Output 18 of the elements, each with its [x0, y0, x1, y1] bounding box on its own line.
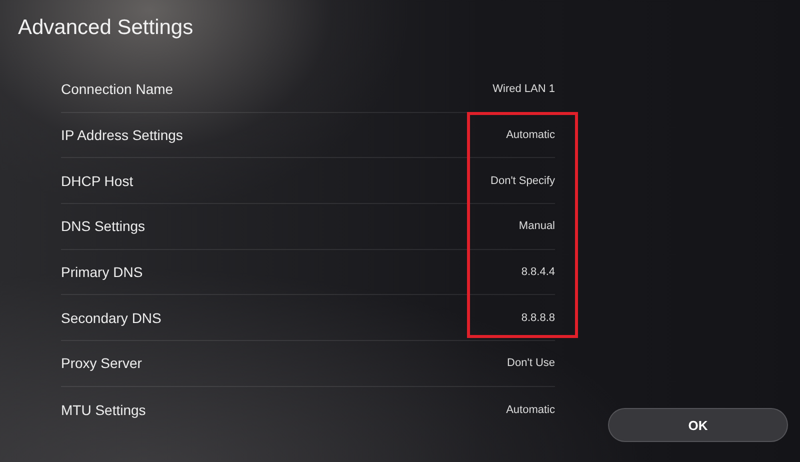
setting-label: Proxy Server	[61, 355, 142, 372]
setting-label: Connection Name	[61, 81, 174, 98]
setting-label: DHCP Host	[61, 172, 134, 189]
setting-value: Wired LAN 1	[492, 83, 555, 96]
setting-label: IP Address Settings	[61, 127, 183, 144]
setting-value: Automatic	[506, 129, 555, 142]
page-title: Advanced Settings	[17, 15, 194, 41]
ok-button[interactable]: OK	[608, 408, 788, 442]
setting-label: Primary DNS	[61, 264, 143, 280]
setting-value: Don't Specify	[490, 174, 555, 187]
setting-value: 8.8.8.8	[521, 312, 555, 324]
setting-value: 8.8.4.4	[521, 266, 555, 278]
setting-value: Manual	[518, 220, 555, 232]
setting-label: Secondary DNS	[61, 310, 162, 326]
setting-value: Don't Use	[507, 357, 555, 370]
setting-value: Automatic	[506, 404, 555, 416]
setting-label: DNS Settings	[61, 218, 146, 234]
setting-label: MTU Settings	[61, 402, 146, 418]
